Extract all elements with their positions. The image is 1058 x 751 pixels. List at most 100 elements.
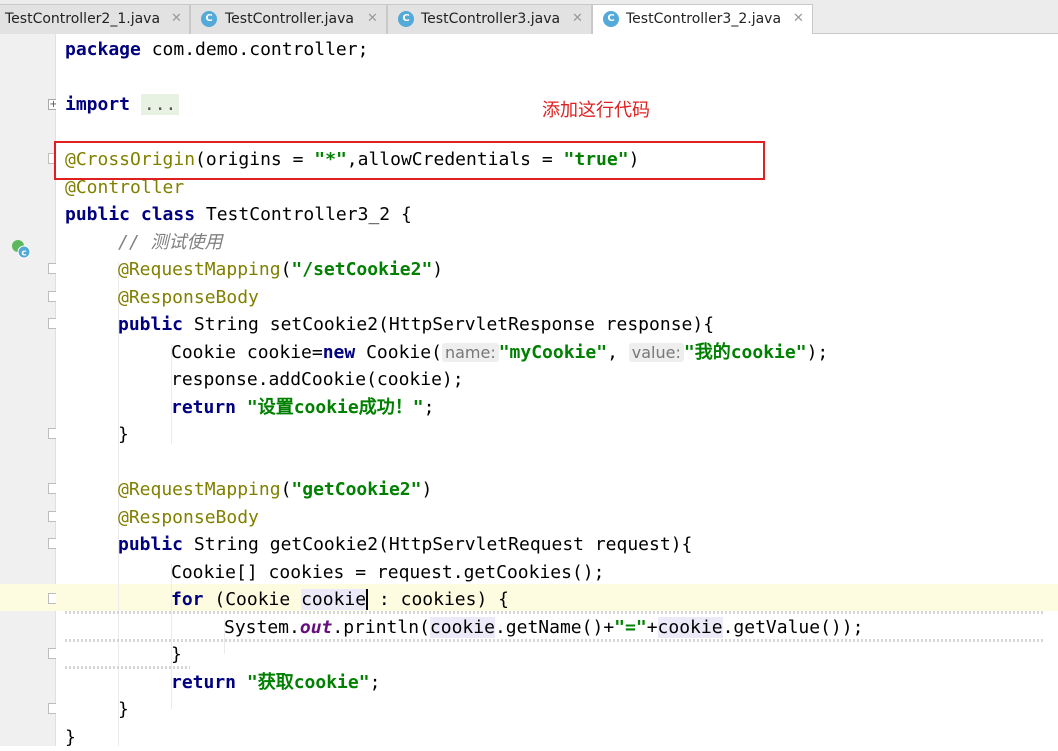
code-line-12: Cookie cookie=new Cookie(name: "myCookie"… [171,339,828,366]
code-text: ) [421,479,433,500]
close-icon[interactable]: ✕ [171,11,182,27]
code-line-13: response.addCookie(cookie); [171,366,464,393]
code-keyword: new [322,342,356,363]
close-icon[interactable]: ✕ [367,11,378,27]
code-keyword: return [171,672,237,693]
code-line-15: } [118,421,129,448]
code-keyword: import [65,94,131,115]
warning-underline [65,666,190,669]
highlighted-variable-cookie: cookie [429,617,495,638]
code-text: } [65,727,76,748]
code-static-field: out [299,617,333,638]
class-run-icon[interactable]: c [10,238,32,260]
code-string: "我的cookie" [683,342,807,363]
code-keyword: package [65,39,141,60]
warning-underline [65,611,1045,614]
code-line-21: for (Cookie cookie : cookies) { [171,586,509,613]
code-keyword: for [171,589,204,610]
code-text: String setCookie2(HttpServletResponse re… [183,314,715,335]
code-text: (Cookie [203,589,302,610]
code-text: TestController3_2 { [195,204,412,225]
code-text: : cookies) { [368,589,509,610]
tab-label: TestController3.java [421,11,561,27]
code-text: ; [369,672,381,693]
code-line-24: return "获取cookie"; [171,669,380,696]
tab-label: TestController2_1.java [5,11,161,27]
code-text: ); [806,342,829,363]
highlighted-variable-cookie: cookie [301,589,369,610]
editor-tab-bar: TestController2_1.java ✕ C TestControlle… [0,0,1058,35]
code-line-9: @RequestMapping("/setCookie2") [118,256,443,283]
close-icon[interactable]: ✕ [793,11,804,27]
code-line-7: public class TestController3_2 { [65,201,412,228]
code-string: "=" [614,617,647,638]
code-line-17: @RequestMapping("getCookie2") [118,476,432,503]
code-text: response.addCookie(cookie); [171,369,464,390]
code-text: .println( [332,617,430,638]
java-class-icon: C [603,11,619,27]
code-text: Cookie cookie= [171,342,323,363]
code-line-3: import ... [65,91,180,118]
code-text: System. [224,617,300,638]
highlight-box [54,141,765,180]
code-text: Cookie( [355,342,442,363]
code-keyword: public class [65,204,196,225]
code-text: ; [423,397,435,418]
code-text: + [646,617,658,638]
code-keyword: public [118,314,184,335]
code-line-23: } [171,641,182,668]
editor-gutter: c [0,34,56,746]
java-class-icon: C [398,11,414,27]
code-annotation: @ResponseBody [118,287,259,308]
code-line-14: return "设置cookie成功！"; [171,394,434,421]
code-line-19: public String getCookie2(HttpServletRequ… [118,531,692,558]
java-class-icon: C [201,11,217,27]
code-line-18: @ResponseBody [118,504,259,531]
tab-label: TestController3_2.java [626,11,782,27]
code-text: } [118,699,129,720]
code-comment: // 测试使用 [118,232,223,253]
code-line-8: // 测试使用 [118,229,223,256]
parameter-hint-value: value: [628,343,684,362]
folded-imports[interactable]: ... [140,94,180,115]
code-line-22: System.out.println(cookie.getName()+"="+… [224,614,863,641]
code-line-11: public String setCookie2(HttpServletResp… [118,311,714,338]
code-text: .getName()+ [494,617,615,638]
code-line-20: Cookie[] cookies = request.getCookies(); [171,559,604,586]
tab-testcontroller3-2[interactable]: C TestController3_2.java ✕ [592,4,813,35]
code-annotation: @ResponseBody [118,507,259,528]
tab-testcontroller2-1[interactable]: TestController2_1.java ✕ [0,4,190,34]
code-line-26: } [65,724,76,751]
close-icon[interactable]: ✕ [572,11,583,27]
code-line-10: @ResponseBody [118,284,259,311]
code-text: String getCookie2(HttpServletRequest req… [183,534,693,555]
highlighted-variable-cookie: cookie [657,617,723,638]
code-string: "getCookie2" [291,479,422,500]
code-line-25: } [118,696,129,723]
code-text: } [171,644,182,665]
code-text: ) [432,259,444,280]
tab-label: TestController.java [225,11,354,27]
svg-text:c: c [21,249,26,259]
code-text: , [607,342,629,363]
code-text: .getValue()); [722,617,864,638]
annotation-note: 添加这行代码 [542,100,650,121]
code-text: Cookie[] cookies = request.getCookies(); [171,562,605,583]
code-string: "/setCookie2" [291,259,433,280]
warning-underline [65,639,1045,642]
code-text: ( [280,259,292,280]
code-string: "设置cookie成功！" [246,397,424,418]
code-text: } [118,424,129,445]
code-keyword: public [118,534,184,555]
code-text: ( [280,479,292,500]
code-keyword: return [171,397,237,418]
tab-testcontroller[interactable]: C TestController.java ✕ [190,4,387,34]
code-annotation: @Controller [65,177,185,198]
parameter-hint-name: name: [441,343,499,362]
code-text: com.demo.controller; [140,39,369,60]
tab-testcontroller3[interactable]: C TestController3.java ✕ [387,4,592,34]
code-string: "获取cookie" [246,672,370,693]
code-annotation: @RequestMapping [118,259,281,280]
code-string: "myCookie" [498,342,608,363]
code-annotation: @RequestMapping [118,479,281,500]
